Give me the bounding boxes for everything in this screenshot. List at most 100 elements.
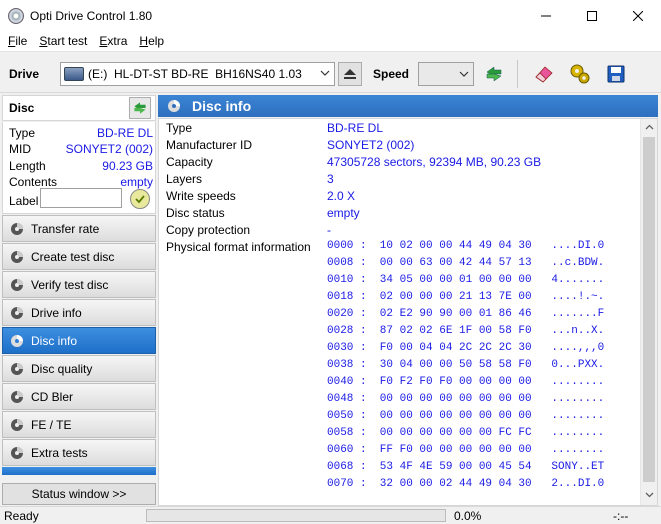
- check-circle-icon: [135, 195, 145, 204]
- vertical-scrollbar[interactable]: [640, 119, 657, 505]
- info-key: Physical format information: [166, 240, 311, 254]
- elapsed-time: -:--: [613, 509, 629, 523]
- eraser-icon: [535, 66, 553, 83]
- hex-dump-row: 0010 : 34 05 00 00 01 00 00 00 4.......: [327, 274, 605, 286]
- apply-label-button[interactable]: [130, 189, 150, 209]
- nav-transfer-rate[interactable]: Transfer rate: [2, 215, 156, 242]
- disc-icon: [11, 279, 23, 291]
- hex-dump-row: 0030 : F0 00 04 04 2C 2C 2C 30 ....,,,0: [327, 342, 605, 354]
- info-value: 2.0 X: [327, 189, 356, 203]
- info-value: empty: [327, 206, 360, 220]
- drive-select-value: (E:) HL-DT-ST BD-RE BH16NS40 1.03: [88, 67, 302, 81]
- nav-verify-test-disc[interactable]: Verify test disc: [2, 271, 156, 298]
- info-key: Disc status: [166, 206, 225, 220]
- refresh-arrows-icon: [486, 66, 502, 82]
- hex-dump-row: 0018 : 02 00 00 00 21 13 7E 00 ....!.~.: [327, 291, 605, 303]
- disc-icon: [11, 447, 23, 459]
- gears-icon: [570, 64, 590, 84]
- menu-file[interactable]: File: [2, 34, 33, 48]
- eject-button[interactable]: [338, 62, 362, 86]
- menu-extra[interactable]: Extra: [93, 34, 133, 48]
- info-row: Disc status empty: [166, 206, 636, 223]
- settings-button[interactable]: [566, 60, 594, 88]
- app-disc-icon: [8, 7, 24, 24]
- nav-list: Transfer rate Create test disc Verify te…: [2, 215, 156, 467]
- minimize-button[interactable]: [523, 0, 569, 31]
- erase-button[interactable]: [530, 60, 558, 88]
- scrollbar-thumb[interactable]: [643, 137, 655, 482]
- hex-dump-row: 0020 : 02 E2 90 90 00 01 86 46 .......F: [327, 308, 605, 320]
- refresh-speed-button[interactable]: [480, 60, 508, 88]
- label-input[interactable]: [40, 188, 122, 208]
- info-row: Manufacturer ID SONYET2 (002): [166, 138, 636, 155]
- title-bar: Opti Drive Control 1.80: [0, 0, 661, 31]
- disc-header: Disc: [2, 95, 156, 121]
- scroll-down-icon[interactable]: [644, 489, 655, 500]
- scroll-up-icon[interactable]: [644, 122, 655, 133]
- progress-bar: [146, 509, 446, 522]
- disc-icon: [11, 363, 23, 375]
- nav-fe-te[interactable]: FE / TE: [2, 411, 156, 438]
- info-key: Copy protection: [166, 223, 251, 237]
- nav-drive-info[interactable]: Drive info: [2, 299, 156, 326]
- speed-label: Speed: [373, 67, 410, 81]
- drive-label: Drive: [9, 67, 40, 81]
- main-header: Disc info: [158, 95, 658, 117]
- info-key: Type: [166, 121, 193, 135]
- hex-dump-row: 0028 : 87 02 02 6E 1F 00 58 F0 ...n..X.: [327, 325, 605, 337]
- hex-dump-row: 0068 : 53 4F 4E 59 00 00 45 54 SONY..ET: [327, 461, 605, 473]
- disc-prop-length: Length 90.23 GB: [9, 159, 153, 173]
- info-value: 47305728 sectors, 92394 MB, 90.23 GB: [327, 155, 542, 169]
- left-panel: Disc Type BD-RE DL MID SONYET2 (002) Len…: [0, 93, 158, 506]
- chevron-down-icon: [459, 71, 469, 77]
- disc-title: Disc: [9, 101, 35, 115]
- refresh-disc-button[interactable]: [129, 97, 151, 119]
- hex-dump-row: 0070 : 32 00 00 02 44 49 04 30 2...DI.0: [327, 478, 605, 490]
- hex-dump-row: 0050 : 00 00 00 00 00 00 00 00 ........: [327, 410, 605, 422]
- menu-help[interactable]: Help: [133, 34, 170, 48]
- hex-dump-row: 0058 : 00 00 00 00 00 00 FC FC ........: [327, 427, 605, 439]
- drive-select[interactable]: (E:) HL-DT-ST BD-RE BH16NS40 1.03: [60, 62, 335, 86]
- close-icon: [633, 10, 643, 21]
- hex-dump-row: 0008 : 00 00 63 00 42 44 57 13 ..c.BDW.: [327, 257, 605, 269]
- hex-dump-row: 0048 : 00 00 00 00 00 00 00 00 ........: [327, 393, 605, 405]
- save-button[interactable]: [602, 60, 630, 88]
- disc-icon: [168, 100, 180, 112]
- disc-icon: [11, 223, 23, 235]
- info-value: 3: [327, 172, 334, 186]
- hex-dump-row: 0038 : 30 04 00 00 50 58 58 F0 0...PXX.: [327, 359, 605, 371]
- nav-create-test-disc[interactable]: Create test disc: [2, 243, 156, 270]
- nav-cd-bler[interactable]: CD Bler: [2, 383, 156, 410]
- toolbar-separator: [517, 60, 518, 88]
- close-button[interactable]: [615, 0, 661, 31]
- main-title: Disc info: [192, 98, 252, 114]
- window-title: Opti Drive Control 1.80: [30, 8, 153, 23]
- disc-info-area: Type BD-RE DL Manufacturer ID SONYET2 (002)…: [158, 118, 658, 506]
- status-text: Ready: [4, 509, 39, 523]
- nav-disc-info[interactable]: Disc info: [2, 327, 156, 354]
- eject-icon: [344, 69, 356, 79]
- disc-icon: [11, 251, 23, 263]
- disc-icon: [11, 391, 23, 403]
- maximize-button[interactable]: [569, 0, 615, 31]
- speed-select[interactable]: [418, 62, 474, 86]
- nav-disc-quality[interactable]: Disc quality: [2, 355, 156, 382]
- hex-dump-row: 0060 : FF F0 00 00 00 00 00 00 ........: [327, 444, 605, 456]
- disc-prop-type: Type BD-RE DL: [9, 126, 153, 140]
- refresh-arrows-icon: [134, 102, 146, 114]
- info-row: Capacity 47305728 sectors, 92394 MB, 90.2…: [166, 155, 636, 172]
- status-bar: Ready 0.0% -:--: [0, 506, 661, 524]
- disc-icon: [11, 307, 23, 319]
- minimize-icon: [541, 15, 551, 16]
- hex-dump-row: 0040 : F0 F2 F0 F0 00 00 00 00 ........: [327, 376, 605, 388]
- disc-icon: [11, 335, 23, 347]
- nav-bottom-bar: [2, 467, 156, 475]
- floppy-save-icon: [607, 65, 625, 83]
- maximize-icon: [587, 10, 597, 21]
- nav-extra-tests[interactable]: Extra tests: [2, 439, 156, 466]
- main-panel: Disc info Type BD-RE DL Manufacturer ID SON…: [158, 93, 661, 506]
- menu-start-test[interactable]: Start test: [33, 34, 93, 48]
- info-key: Manufacturer ID: [166, 138, 253, 152]
- info-value: SONYET2 (002): [327, 138, 415, 152]
- status-window-button[interactable]: Status window >>: [2, 483, 156, 505]
